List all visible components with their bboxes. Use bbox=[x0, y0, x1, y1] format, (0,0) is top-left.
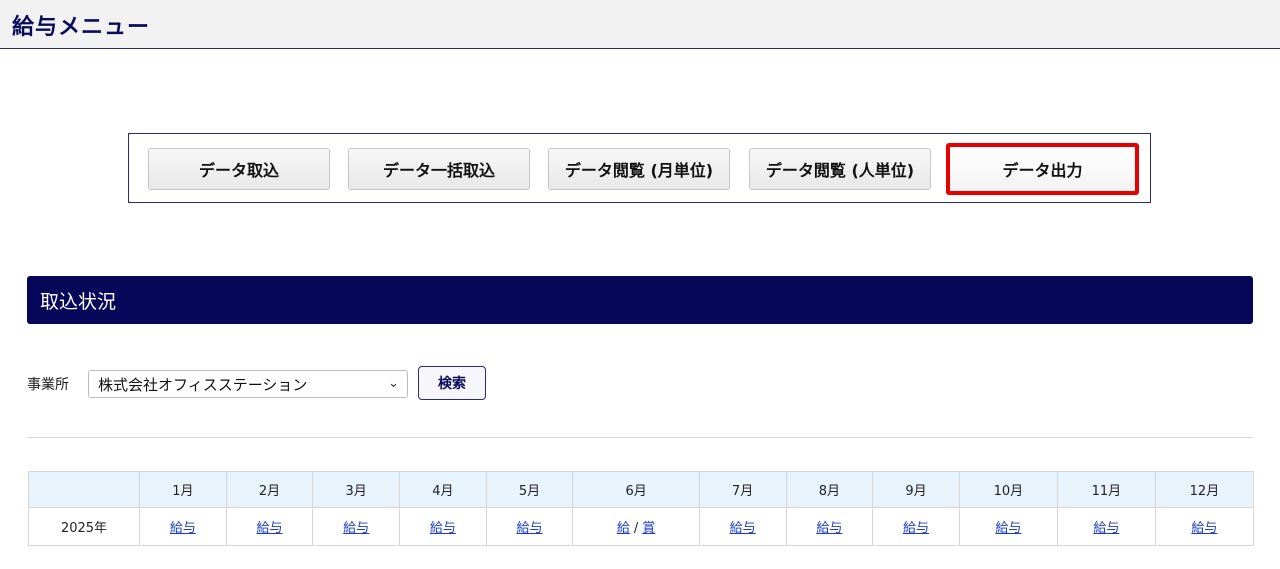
page-title: 給与メニュー bbox=[12, 15, 151, 40]
table-cell: 給与 bbox=[312, 507, 401, 546]
table-cell: 給与 bbox=[225, 507, 314, 546]
search-button[interactable]: 検索 bbox=[418, 366, 486, 400]
table-cell: 給与 bbox=[872, 507, 960, 546]
month-header: 5月 bbox=[485, 471, 574, 508]
table-cell: 給与 bbox=[485, 507, 574, 546]
table-cell: 給与 bbox=[698, 507, 787, 546]
salary-link[interactable]: 給与 bbox=[903, 521, 929, 536]
salary-link[interactable]: 給与 bbox=[1093, 521, 1119, 536]
month-header: 12月 bbox=[1154, 471, 1255, 508]
salary-link[interactable]: 給与 bbox=[517, 521, 543, 536]
month-header: 6月 bbox=[572, 471, 700, 508]
table-cell: 給与 bbox=[399, 507, 487, 546]
table-cell: 給 / 賞 bbox=[572, 507, 700, 546]
view-monthly-button[interactable]: データ閲覧 (月単位) bbox=[548, 148, 730, 190]
office-select-value: 株式会社オフィスステーション bbox=[98, 375, 308, 394]
salary-link[interactable]: 給与 bbox=[430, 521, 456, 536]
month-header: 7月 bbox=[698, 471, 787, 508]
month-header: 10月 bbox=[958, 471, 1058, 508]
office-label: 事業所 bbox=[27, 377, 69, 393]
salary-link[interactable]: 給与 bbox=[816, 521, 842, 536]
table-cell: 給与 bbox=[1154, 507, 1255, 546]
salary-link[interactable]: 給与 bbox=[343, 521, 369, 536]
salary-link[interactable]: 給与 bbox=[1191, 521, 1217, 536]
section-header: 取込状況 bbox=[27, 276, 1253, 324]
table-cell: 給与 bbox=[1056, 507, 1156, 546]
table-header-row: 1月 2月 3月 4月 5月 6月 7月 8月 9月 10月 11月 12月 bbox=[28, 471, 1255, 508]
bonus-link[interactable]: 賞 bbox=[642, 521, 655, 536]
salary-link[interactable]: 給与 bbox=[170, 521, 196, 536]
month-header: 2月 bbox=[225, 471, 314, 508]
table-cell: 給与 bbox=[958, 507, 1058, 546]
data-export-button[interactable]: データ出力 bbox=[946, 143, 1139, 195]
month-header: 4月 bbox=[399, 471, 487, 508]
month-header: 3月 bbox=[312, 471, 401, 508]
salary-link[interactable]: 給与 bbox=[995, 521, 1021, 536]
salary-link[interactable]: 給与 bbox=[730, 521, 756, 536]
month-header: 9月 bbox=[872, 471, 960, 508]
section-title: 取込状況 bbox=[40, 291, 117, 313]
page-header: 給与メニュー bbox=[0, 0, 1280, 49]
office-select[interactable]: 株式会社オフィスステーション ⌄ bbox=[88, 370, 408, 398]
divider bbox=[27, 437, 1253, 438]
table-cell: 給与 bbox=[139, 507, 227, 546]
data-import-button[interactable]: データ取込 bbox=[148, 148, 330, 190]
salary-link[interactable]: 給与 bbox=[257, 521, 283, 536]
month-header: 11月 bbox=[1056, 471, 1156, 508]
bulk-import-button[interactable]: データ一括取込 bbox=[348, 148, 530, 190]
import-status-table: 1月 2月 3月 4月 5月 6月 7月 8月 9月 10月 11月 12月 2… bbox=[28, 471, 1255, 546]
menu-panel: データ取込 データ一括取込 データ閲覧 (月単位) データ閲覧 (人単位) デー… bbox=[128, 133, 1151, 203]
separator: / bbox=[633, 521, 639, 536]
salary-link[interactable]: 給 bbox=[617, 521, 630, 536]
table-row: 2025年 給与 給与 給与 給与 給与 給 / 賞 給与 給与 給与 給与 給与 … bbox=[28, 507, 1255, 546]
month-header: 1月 bbox=[139, 471, 227, 508]
table-corner bbox=[28, 471, 140, 508]
chevron-down-icon: ⌄ bbox=[388, 376, 399, 391]
month-header: 8月 bbox=[785, 471, 874, 508]
view-person-button[interactable]: データ閲覧 (人単位) bbox=[749, 148, 931, 190]
table-cell: 給与 bbox=[785, 507, 874, 546]
year-cell: 2025年 bbox=[28, 507, 140, 546]
